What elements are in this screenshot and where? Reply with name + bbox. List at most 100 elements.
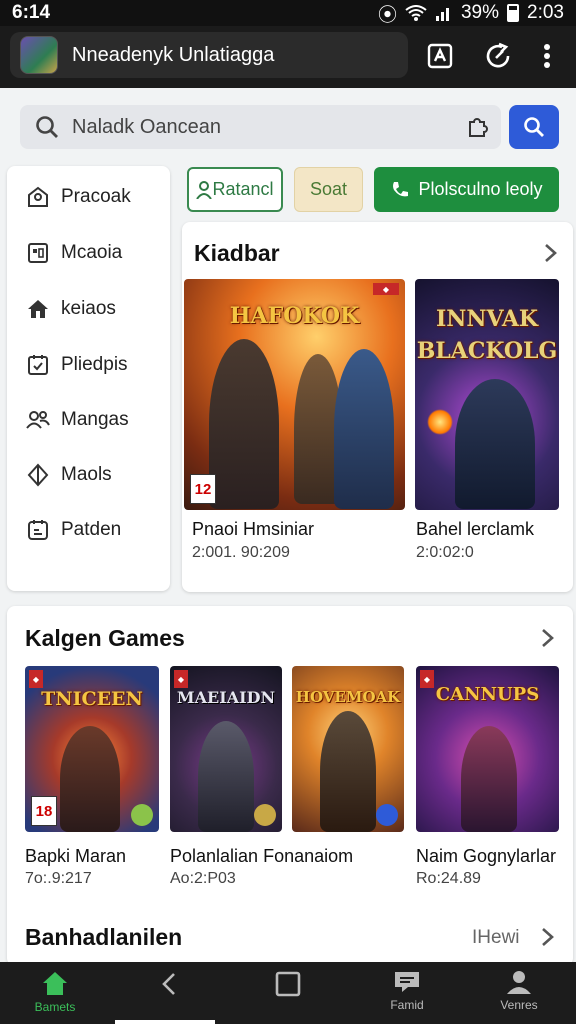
share-icon[interactable] — [424, 40, 456, 72]
search-icon — [524, 117, 544, 137]
status-time-right: 2:03 — [527, 2, 564, 23]
battery-icon — [507, 4, 520, 22]
calendar-check-icon — [25, 352, 51, 378]
extension-icon[interactable] — [465, 115, 489, 139]
sidebar-item-mcaoia[interactable]: Mcaoia — [7, 233, 170, 273]
game-name[interactable]: Naim Gognylarlar — [416, 846, 556, 867]
person-outline-icon — [25, 184, 51, 210]
ratancl-button[interactable]: Ratancl — [187, 167, 283, 212]
chevron-right-icon[interactable] — [540, 242, 560, 264]
document-icon — [25, 517, 51, 543]
shield-icon — [25, 462, 51, 488]
search-icon — [36, 116, 58, 138]
status-bar: 6:14 ⦿ 39% 2:03 — [0, 0, 576, 26]
people-icon — [25, 407, 51, 433]
sidebar-item-label: keiaos — [61, 298, 116, 319]
game-name[interactable]: Bapki Maran — [25, 846, 126, 867]
home-icon — [25, 296, 51, 322]
plolsculno-button-label: Plolsculno leoly — [418, 179, 543, 199]
search-input[interactable]: Naladk Oancean — [20, 105, 501, 149]
kalgen-games-section: Kalgen Games TNICEEN ◆ 18 Bapki Maran 7o… — [7, 606, 573, 966]
game-name[interactable]: Pnaoi Hmsiniar — [192, 519, 314, 540]
view-all-link[interactable]: IHewi — [472, 927, 520, 949]
game-cover[interactable]: MAEIAIDN ◆ — [170, 666, 282, 832]
age-rating-badge: 12 — [190, 474, 216, 504]
nav-home-label: Bamets — [34, 1000, 76, 1014]
bottom-navigation: Bamets Famid Venres — [0, 962, 576, 1024]
publisher-logo-icon: ◆ — [29, 670, 43, 688]
sidebar-item-label: Pracoak — [61, 186, 131, 207]
game-cover[interactable]: HAFOKOK ◆ 12 — [184, 279, 405, 510]
chevron-right-icon[interactable] — [537, 627, 557, 649]
status-time-left: 6:14 — [12, 2, 51, 23]
nav-back[interactable] — [124, 970, 214, 998]
app-logo-icon — [20, 36, 58, 74]
person-icon — [196, 180, 213, 199]
search-button[interactable] — [509, 105, 559, 149]
publisher-logo-icon: ◆ — [174, 670, 188, 688]
game-subtitle: Ao:2:P03 — [170, 870, 236, 887]
game-cover-title: CANNUPS — [435, 684, 540, 705]
nav-home[interactable]: Bamets — [10, 970, 100, 1014]
back-arrow-icon — [162, 973, 175, 995]
game-cover-title: HAFOKOK — [229, 303, 360, 329]
nav-overview[interactable] — [243, 970, 333, 998]
chevron-right-icon[interactable] — [537, 926, 557, 948]
nav-venres-label: Venres — [500, 998, 538, 1012]
game-cover[interactable]: CANNUPS ◆ — [416, 666, 559, 832]
nav-venres[interactable]: Venres — [474, 970, 564, 1012]
sidebar-item-label: Mcaoia — [61, 242, 123, 263]
sidebar: Pracoak Mcaoia keiaos Pliedpis Mangas Ma… — [7, 166, 170, 591]
soat-button[interactable]: Soat — [294, 167, 363, 212]
platform-badge-icon — [376, 804, 398, 826]
section-title: Kiadbar — [194, 240, 280, 266]
message-icon — [395, 972, 419, 992]
home-icon — [43, 972, 67, 995]
game-cover-title: TNICEEN — [41, 688, 143, 710]
platform-badge-icon — [131, 804, 153, 826]
game-subtitle: 2:001. 90:209 — [192, 544, 290, 561]
soat-button-label: Soat — [309, 179, 348, 199]
sidebar-item-label: Pliedpis — [61, 354, 128, 375]
signal-icon — [435, 8, 449, 21]
url-bar[interactable]: Nneadenyk Unlatiagga — [10, 32, 408, 78]
sidebar-item-pracoak[interactable]: Pracoak — [7, 177, 170, 217]
phone-icon — [393, 181, 409, 196]
nav-famid-label: Famid — [390, 998, 424, 1012]
sidebar-item-pliedpis[interactable]: Pliedpis — [7, 345, 170, 385]
plolsculno-button[interactable]: Plolsculno leoly — [374, 167, 559, 212]
game-name[interactable]: Polanlalian Fonanaiom — [170, 846, 353, 867]
game-subtitle: 7o:.9:217 — [25, 870, 92, 887]
game-cover-title: MAEIAIDN — [176, 688, 276, 707]
search-placeholder: Naladk Oancean — [72, 115, 221, 138]
sidebar-item-mangas[interactable]: Mangas — [7, 400, 170, 440]
more-menu-icon[interactable] — [531, 40, 563, 72]
sidebar-item-label: Patden — [61, 519, 122, 540]
featured-section: Kiadbar HAFOKOK ◆ 12 Pnaoi Hmsiniar 2:00… — [182, 222, 573, 592]
url-title: Nneadenyk Unlatiagga — [72, 43, 275, 66]
platform-badge-icon — [254, 804, 276, 826]
age-rating-badge: 18 — [31, 796, 57, 826]
game-cover[interactable]: INNVAK BLACKOLG — [415, 279, 559, 510]
wifi-icon — [405, 5, 427, 21]
refresh-icon[interactable] — [482, 40, 514, 72]
game-cover[interactable]: HOVEMOAK — [292, 666, 404, 832]
sidebar-item-patden[interactable]: Patden — [7, 510, 170, 550]
nav-famid[interactable]: Famid — [362, 970, 452, 1012]
battery-percent: 39% — [460, 2, 500, 23]
publisher-logo-icon: ◆ — [420, 670, 434, 688]
sidebar-item-keiaos[interactable]: keiaos — [7, 289, 170, 329]
account-icon — [507, 971, 531, 994]
game-subtitle: Ro:24.89 — [416, 870, 481, 887]
game-subtitle: 2:0:02:0 — [416, 544, 474, 561]
game-cover-title: INNVAK BLACKOLG — [416, 306, 558, 364]
game-cover[interactable]: TNICEEN ◆ 18 — [25, 666, 159, 832]
game-name[interactable]: Bahel lerclamk — [416, 519, 534, 540]
alarm-icon: ⦿ — [377, 4, 397, 26]
section-title: Banhadlanilen — [25, 924, 183, 950]
publisher-logo-icon: ◆ — [373, 283, 399, 295]
ratancl-button-label: Ratancl — [212, 179, 274, 199]
sidebar-item-label: Maols — [61, 464, 112, 485]
sidebar-item-maols[interactable]: Maols — [7, 455, 170, 495]
game-cover-title: HOVEMOAK — [295, 688, 401, 706]
